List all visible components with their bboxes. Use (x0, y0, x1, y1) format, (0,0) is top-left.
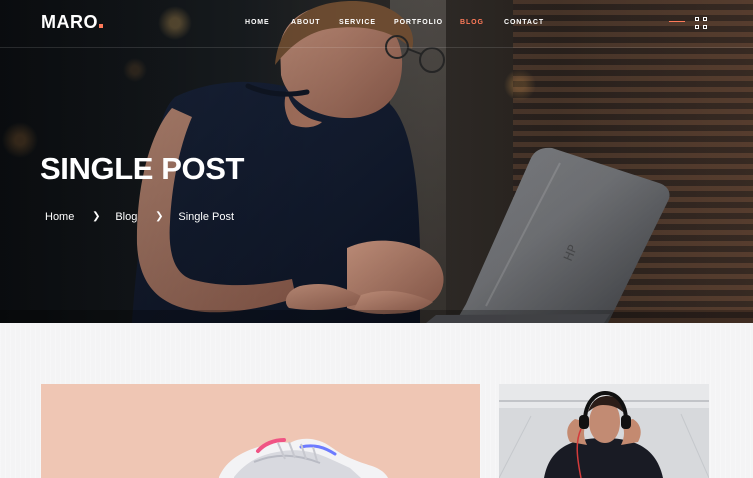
site-logo[interactable]: MARO (41, 12, 103, 32)
grid-menu-icon[interactable] (695, 17, 709, 31)
breadcrumb-home[interactable]: Home (45, 210, 74, 224)
header-accent-line (669, 21, 685, 22)
headphones-man-photo (499, 384, 709, 478)
nav-home[interactable]: HOME (245, 18, 291, 28)
nav-about[interactable]: ABOUT (291, 18, 339, 28)
breadcrumb-blog[interactable]: Blog (115, 210, 137, 224)
logo-text: MARO (41, 12, 98, 32)
page-title: SINGLE POST (40, 151, 245, 186)
chevron-right-icon: ❯ (92, 211, 101, 222)
nav-portfolio[interactable]: PORTFOLIO (394, 18, 460, 28)
page: HP MARO HOME ABOUT SERVICE PORTFOLIO BLO… (0, 0, 753, 478)
featured-post-image[interactable] (41, 384, 480, 478)
breadcrumb-current: Single Post (178, 211, 235, 223)
sidebar-image-card[interactable] (499, 384, 709, 478)
sneaker-photo (41, 384, 480, 478)
breadcrumb: Home ❯ Blog ❯ Single Post (45, 210, 234, 224)
main-content (0, 323, 753, 478)
nav-contact[interactable]: CONTACT (504, 18, 548, 28)
main-navigation: HOME ABOUT SERVICE PORTFOLIO BLOG CONTAC… (245, 18, 548, 28)
logo-dot (99, 24, 103, 28)
nav-blog[interactable]: BLOG (460, 18, 504, 28)
hero-banner: HP MARO HOME ABOUT SERVICE PORTFOLIO BLO… (0, 0, 753, 323)
site-header: MARO HOME ABOUT SERVICE PORTFOLIO BLOG C… (0, 0, 753, 48)
nav-service[interactable]: SERVICE (339, 18, 394, 28)
chevron-right-icon: ❯ (155, 211, 164, 222)
